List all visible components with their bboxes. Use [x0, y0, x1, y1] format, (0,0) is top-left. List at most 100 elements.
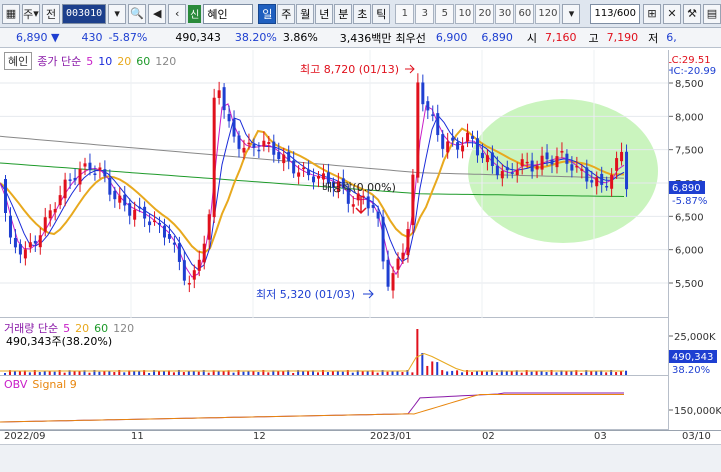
volume-y-axis[interactable]: 25,000K 490,343 38.20% — [668, 318, 721, 376]
tools-icon[interactable]: ⚒ — [683, 3, 701, 24]
type-selector[interactable]: 주 ▾ — [22, 3, 40, 24]
price-tick-label: 6,500 — [675, 212, 704, 223]
interval-dropdown-icon[interactable]: ▾ — [562, 3, 581, 24]
interval-10[interactable]: 10 — [455, 3, 475, 24]
candle-body — [33, 240, 37, 244]
price-chart-svg[interactable]: 최고 8,720 (01/13) 최저 5,320 (01/03) 배당락(0.… — [0, 50, 668, 318]
chart-settings-icon[interactable]: ▦ — [2, 3, 20, 24]
high-price: 7,190 — [606, 31, 639, 44]
volume-bar — [138, 371, 141, 375]
candle-body — [416, 82, 420, 178]
interval-1[interactable]: 1 — [395, 3, 415, 24]
code-dropdown-icon[interactable]: ▾ — [108, 3, 127, 24]
candle-body — [461, 145, 465, 152]
volume-bar — [53, 371, 56, 375]
volume-bar — [495, 372, 498, 375]
volume-bar — [326, 372, 329, 375]
candle-body — [148, 221, 152, 226]
candle-body — [560, 151, 564, 153]
candle-body — [575, 165, 579, 168]
tab-minute[interactable]: 분 — [334, 3, 353, 24]
candle-body — [18, 244, 22, 255]
volume-bar — [446, 371, 449, 375]
candle-body — [212, 97, 216, 218]
volume-bar — [505, 371, 508, 375]
price-y-axis[interactable]: LC:29.51 HC:-20.99 8,5008,0007,5007,0006… — [666, 50, 721, 318]
max-arrow-icon — [405, 64, 415, 74]
dividend-annotation: 배당락(0.00%) — [322, 181, 396, 194]
candle-body — [247, 142, 251, 145]
volume-bar — [590, 371, 593, 375]
volume-bar — [162, 370, 165, 375]
stock-name-field[interactable]: 혜인 — [203, 3, 254, 24]
volume-panel[interactable]: 거래량 단순 5 20 60 120 490,343주(38.20%) — [0, 318, 668, 376]
volume-bar — [63, 372, 66, 375]
price-tick-label: 5,500 — [675, 279, 704, 290]
candle-body — [73, 177, 77, 181]
volume-bar — [182, 372, 185, 375]
tab-day[interactable]: 일 — [258, 3, 277, 24]
volume-bar — [426, 365, 429, 375]
obv-panel[interactable]: OBV Signal 9 — [0, 376, 668, 430]
legend-ma120: 120 — [155, 54, 177, 68]
tab-second[interactable]: 초 — [353, 3, 372, 24]
candle-body — [297, 172, 301, 177]
volume-bar — [625, 370, 628, 375]
candle-body — [118, 195, 122, 203]
trade-amount: 3,436백만 — [339, 31, 392, 45]
layout-icon[interactable]: ▤ — [703, 3, 721, 24]
cross-icon[interactable]: ✕ — [663, 3, 681, 24]
volume-bar — [386, 371, 389, 375]
tab-month[interactable]: 월 — [296, 3, 315, 24]
candle-body — [143, 206, 147, 219]
candle-body — [158, 222, 162, 225]
volume-bar — [158, 371, 161, 375]
interval-30[interactable]: 30 — [495, 3, 515, 24]
tab-tick[interactable]: 틱 — [372, 3, 391, 24]
candle-body — [451, 137, 455, 141]
candle-body — [515, 169, 519, 176]
page-counter[interactable]: 113/600 — [590, 3, 640, 24]
stock-name-chip[interactable]: 혜인 — [4, 52, 33, 70]
prev-stock-icon[interactable]: ‹ — [168, 3, 187, 24]
price-chart-panel[interactable]: 최고 8,720 (01/13) 최저 5,320 (01/03) 배당락(0.… — [0, 50, 668, 318]
prev-button[interactable]: 전 — [42, 3, 60, 24]
chart-toolbar: ▦ 주 ▾ 전 003010 ▾ 🔍 ◀ ‹ 신 혜인 일 주 월 년 분 초 틱… — [0, 0, 721, 28]
candle-body — [485, 155, 489, 163]
candle-body — [282, 154, 286, 164]
candle-body — [615, 158, 619, 171]
search-icon[interactable]: 🔍 — [128, 3, 147, 24]
candle-body — [192, 270, 196, 280]
obv-tick: 150,000K — [674, 406, 721, 417]
volume-bar — [565, 370, 568, 375]
interval-20[interactable]: 20 — [475, 3, 495, 24]
candle-body — [63, 179, 67, 199]
speaker-icon[interactable]: ◀ — [148, 3, 167, 24]
volume-bar — [570, 371, 573, 375]
volume-bar — [421, 353, 424, 375]
stock-code-input[interactable]: 003010 — [62, 3, 107, 24]
interval-5[interactable]: 5 — [435, 3, 455, 24]
volume-current-pct: 38.20% — [672, 365, 710, 376]
price-change-pct: -5.87% — [108, 31, 148, 44]
interval-3[interactable]: 3 — [415, 3, 435, 24]
volume-bar — [317, 372, 319, 375]
interval-60[interactable]: 60 — [515, 3, 535, 24]
obv-y-axis[interactable]: 150,000K — [668, 376, 721, 430]
tab-week[interactable]: 주 — [277, 3, 296, 24]
candle-body — [466, 132, 470, 142]
tab-year[interactable]: 년 — [315, 3, 334, 24]
volume-bar — [148, 372, 151, 375]
interval-120[interactable]: 120 — [535, 3, 561, 24]
candle-body — [545, 152, 549, 160]
candle-body — [108, 177, 112, 195]
candle-body — [68, 179, 72, 181]
volume-bar — [416, 329, 419, 375]
obv-chart-svg[interactable] — [0, 376, 668, 430]
candle-body — [88, 162, 92, 171]
lc-label: LC:29.51 — [669, 55, 711, 66]
volume-bar — [292, 372, 295, 375]
candle-body — [138, 206, 142, 209]
grid-toggle-icon[interactable]: ⊞ — [643, 3, 661, 24]
candle-body — [307, 169, 311, 176]
